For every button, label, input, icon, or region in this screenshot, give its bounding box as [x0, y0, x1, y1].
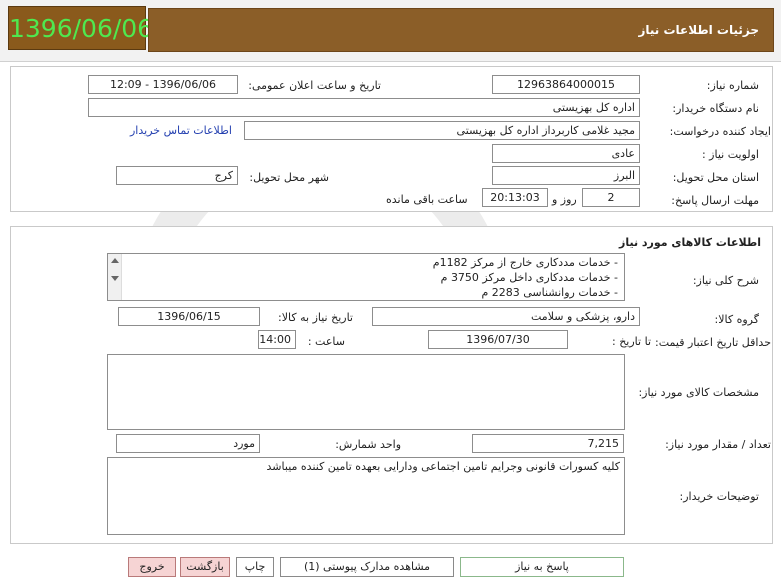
- validity-hour-field: 14:00: [258, 330, 296, 349]
- priority-field: عادی: [492, 144, 640, 163]
- city-field: کرج: [116, 166, 238, 185]
- back-button[interactable]: بازگشت: [180, 557, 230, 577]
- summary-line: - خدمات مددکاری داخل مرکز 3750 م: [440, 271, 618, 284]
- days-remaining-field: 2: [582, 188, 640, 207]
- need-number-field: 12963864000015: [492, 75, 640, 94]
- deadline-label: مهلت ارسال پاسخ:: [671, 194, 759, 207]
- goods-group-label: گروه کالا:: [714, 313, 759, 326]
- print-button[interactable]: چاپ: [236, 557, 274, 577]
- unit-label: واحد شمارش:: [335, 438, 401, 451]
- specs-label: مشخصات کالای مورد نیاز:: [638, 386, 759, 399]
- quantity-label: تعداد / مقدار مورد نیاز:: [665, 438, 771, 451]
- hour-label: ساعت :: [307, 335, 345, 348]
- creator-field: مجید غلامی کاربرداز اداره کل بهزیستی: [244, 121, 640, 140]
- announce-datetime-label: تاریخ و ساعت اعلان عمومی:: [248, 79, 381, 92]
- min-validity-label: حداقل تاریخ اعتبار قیمت:: [655, 336, 771, 349]
- buyer-org-field: اداره کل بهزیستی: [88, 98, 640, 117]
- goods-group-field: دارو، پزشکی و سلامت: [372, 307, 640, 326]
- need-date-field: 1396/06/15: [118, 307, 260, 326]
- province-field: البرز: [492, 166, 640, 185]
- unit-field: مورد: [116, 434, 260, 453]
- quantity-field: 7,215: [472, 434, 624, 453]
- exit-button[interactable]: خروج: [128, 557, 176, 577]
- summary-label: شرح کلی نیاز:: [692, 274, 759, 287]
- need-number-label: شماره نیاز:: [706, 79, 759, 92]
- summary-line: - خدمات مددکاری خارج از مرکز 1182م: [432, 256, 618, 269]
- scroll-down-icon[interactable]: [111, 276, 119, 281]
- specs-textarea[interactable]: [107, 354, 625, 430]
- remaining-label: ساعت باقی مانده: [386, 193, 468, 206]
- summary-line: - خدمات روانشناسی 2283 م: [481, 286, 618, 299]
- summary-list[interactable]: - خدمات مددکاری خارج از مرکز 1182م - خدم…: [107, 253, 625, 301]
- announce-date-badge: 1396/06/06: [8, 6, 153, 50]
- goods-section-title: اطلاعات کالاهای مورد نیاز: [619, 236, 761, 249]
- buyer-notes-label: توضیحات خریدار:: [679, 490, 760, 503]
- creator-label: ایجاد کننده درخواست:: [669, 125, 771, 138]
- reply-button[interactable]: پاسخ به نیاز: [460, 557, 624, 577]
- to-date-label: تا تاریخ :: [612, 335, 651, 348]
- summary-lines: - خدمات مددکاری خارج از مرکز 1182م - خدم…: [124, 255, 618, 300]
- need-date-label: تاریخ نیاز به کالا:: [278, 311, 353, 324]
- province-label: استان محل تحویل:: [672, 171, 759, 184]
- attachments-button[interactable]: مشاهده مدارک پیوستی (1): [280, 557, 454, 577]
- city-label: شهر محل تحویل:: [249, 171, 329, 184]
- buyer-notes-text: کلیه کسورات قانونی وجرایم تامین اجتماعی …: [266, 460, 620, 473]
- buyer-contact-link[interactable]: اطلاعات تماس خریدار: [130, 124, 232, 137]
- buyer-notes-textarea[interactable]: کلیه کسورات قانونی وجرایم تامین اجتماعی …: [107, 457, 625, 535]
- title-bar: جزئیات اطلاعات نیاز: [148, 8, 774, 52]
- time-remaining-field: 20:13:03: [482, 188, 548, 207]
- validity-date-field: 1396/07/30: [428, 330, 568, 349]
- scroll-up-icon[interactable]: [111, 258, 119, 263]
- priority-label: اولویت نیاز :: [701, 148, 759, 161]
- page-title: جزئیات اطلاعات نیاز: [638, 23, 759, 37]
- days-unit-label: روز و: [552, 193, 577, 206]
- summary-scrollbar[interactable]: [108, 254, 122, 300]
- announce-datetime-field: 1396/06/06 - 12:09: [88, 75, 238, 94]
- buyer-org-label: نام دستگاه خریدار:: [672, 102, 759, 115]
